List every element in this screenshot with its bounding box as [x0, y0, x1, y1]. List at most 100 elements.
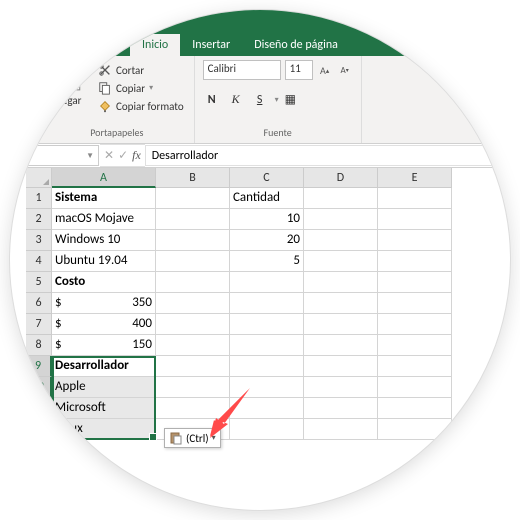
col-header[interactable]: E [378, 168, 452, 188]
cell[interactable] [156, 293, 230, 314]
cell[interactable] [378, 335, 452, 356]
formula-bar[interactable]: Desarrollador [145, 145, 510, 166]
cell[interactable] [156, 251, 230, 272]
format-painter-button[interactable]: Copiar formato [96, 98, 186, 114]
paste-button[interactable]: Pegar [48, 60, 90, 109]
underline-button[interactable]: S [251, 93, 269, 107]
cell[interactable] [304, 209, 378, 230]
tab-inicio[interactable]: Inicio [130, 34, 180, 56]
cell[interactable] [156, 272, 230, 293]
cell[interactable] [378, 188, 452, 209]
cell[interactable] [156, 398, 230, 419]
cell[interactable] [156, 356, 230, 377]
tab-diseno[interactable]: Diseño de página [242, 34, 350, 56]
cell[interactable] [156, 335, 230, 356]
cell[interactable] [304, 230, 378, 251]
row-header[interactable]: 1 [26, 188, 52, 209]
cell[interactable] [304, 188, 378, 209]
cell[interactable] [378, 272, 452, 293]
cell[interactable] [378, 230, 452, 251]
row-header[interactable]: 10 [26, 377, 52, 398]
accept-formula-icon[interactable]: ✓ [118, 148, 128, 163]
cell[interactable]: Desarrollador [52, 356, 156, 377]
row-header[interactable]: 6 [26, 293, 52, 314]
cell[interactable] [304, 419, 378, 440]
cell[interactable]: Cantidad [230, 188, 304, 209]
row-header[interactable]: 11 [26, 398, 52, 419]
col-header[interactable]: B [156, 168, 230, 188]
col-header[interactable]: D [304, 168, 378, 188]
cell[interactable]: 20 [230, 230, 304, 251]
cell[interactable]: $150 [52, 335, 156, 356]
paste-options-button[interactable]: (Ctrl) ▾ [164, 428, 221, 448]
row-header[interactable]: 5 [26, 272, 52, 293]
cell[interactable] [304, 356, 378, 377]
italic-button[interactable]: K [227, 92, 245, 107]
cell[interactable]: Sistema [52, 188, 156, 209]
row-header[interactable]: 2 [26, 209, 52, 230]
fx-icon[interactable]: fx [132, 148, 141, 163]
cell[interactable]: $350 [52, 293, 156, 314]
cell[interactable] [230, 398, 304, 419]
cell[interactable]: Apple [52, 377, 156, 398]
cell[interactable] [304, 272, 378, 293]
cell[interactable] [230, 356, 304, 377]
font-name-select[interactable]: Calibri [203, 60, 281, 80]
row-header[interactable]: 3 [26, 230, 52, 251]
cell[interactable] [378, 377, 452, 398]
row-header[interactable]: 4 [26, 251, 52, 272]
cell[interactable]: Microsoft [52, 398, 156, 419]
font-size-select[interactable]: 11 [285, 60, 313, 80]
cell[interactable] [230, 335, 304, 356]
cell[interactable]: Ubuntu 19.04 [52, 251, 156, 272]
row-header[interactable]: 8 [26, 335, 52, 356]
cell[interactable] [230, 293, 304, 314]
cell[interactable] [230, 419, 304, 440]
cell[interactable] [156, 314, 230, 335]
ribbon: Pegar Cortar Copiar ▾ Copiar formato [10, 56, 510, 144]
cell[interactable] [378, 398, 452, 419]
cell[interactable] [304, 398, 378, 419]
copy-button[interactable]: Copiar ▾ [96, 80, 186, 96]
cell[interactable] [378, 314, 452, 335]
row-header[interactable]: 7 [26, 314, 52, 335]
cell[interactable]: macOS Mojave [52, 209, 156, 230]
increase-font-button[interactable]: A▴ [317, 62, 333, 78]
row-header[interactable]: 9 [26, 356, 52, 377]
cell[interactable] [378, 356, 452, 377]
cut-button[interactable]: Cortar [96, 62, 186, 78]
cell[interactable]: Costo [52, 272, 156, 293]
cell[interactable]: Windows 10 [52, 230, 156, 251]
cell[interactable] [230, 377, 304, 398]
cell[interactable]: $400 [52, 314, 156, 335]
cell[interactable] [304, 293, 378, 314]
cell[interactable] [378, 293, 452, 314]
cell[interactable] [230, 314, 304, 335]
cell[interactable] [304, 251, 378, 272]
cell[interactable] [230, 272, 304, 293]
name-box[interactable]: A9 ▼ [11, 145, 99, 166]
cell[interactable]: 5 [230, 251, 304, 272]
border-button[interactable]: ▦ [285, 92, 296, 107]
select-all-corner[interactable] [26, 168, 52, 188]
cell[interactable] [378, 251, 452, 272]
row-header[interactable]: 12 [26, 419, 52, 440]
col-header[interactable]: C [230, 168, 304, 188]
decrease-font-button[interactable]: A▾ [337, 62, 353, 78]
cell[interactable] [304, 314, 378, 335]
tab-insertar[interactable]: Insertar [180, 34, 242, 56]
cell[interactable] [156, 377, 230, 398]
cell[interactable] [378, 209, 452, 230]
cell[interactable] [304, 377, 378, 398]
group-clipboard: Pegar Cortar Copiar ▾ Copiar formato [40, 56, 195, 143]
cell[interactable]: 10 [230, 209, 304, 230]
cell[interactable] [378, 419, 452, 440]
cell[interactable] [156, 230, 230, 251]
cell[interactable]: Linux [52, 419, 156, 440]
cell[interactable] [156, 209, 230, 230]
cell[interactable] [304, 335, 378, 356]
bold-button[interactable]: N [203, 93, 221, 107]
cell[interactable] [156, 188, 230, 209]
cancel-formula-icon[interactable]: ✕ [104, 148, 114, 163]
col-header[interactable]: A [52, 168, 156, 188]
